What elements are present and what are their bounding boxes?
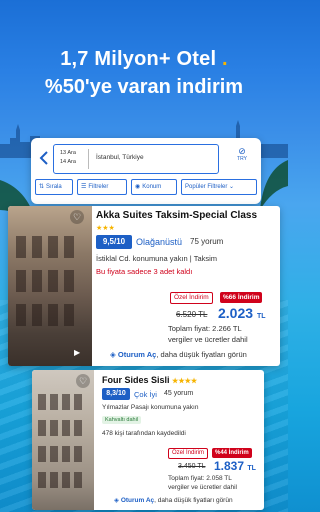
hotel-photo[interactable]	[8, 206, 92, 366]
total-price: Toplam fiyat: 2.058 TL	[168, 475, 232, 482]
filters-button[interactable]: ☰ Filtreler	[77, 179, 127, 195]
current-price[interactable]: 1.837 TL	[214, 459, 256, 473]
hero-headline-dot: .	[222, 48, 228, 70]
saved-count: 478 kişi tarafından kaydedildi	[102, 430, 186, 437]
filter-icon: ☰	[81, 184, 87, 190]
hero-headline: 1,7 Milyon+ Otel .	[0, 48, 288, 71]
deal-label: Özel İndirim	[168, 448, 209, 459]
video-play-icon[interactable]: ▶	[74, 348, 80, 357]
checkin-date: 13 Ara	[60, 150, 76, 156]
hero-banner: 1,7 Milyon+ Otel . %50'ye varan indirim	[0, 0, 288, 130]
tag-icon: ◈	[110, 350, 118, 359]
heart-icon[interactable]: ♡	[76, 374, 90, 388]
divider	[88, 149, 89, 169]
search-panel: 13 Ara 14 Ara İstanbul, Türkiye ⊘ TRY ⇅ S…	[31, 138, 261, 204]
hotel-name-text: Four Sides Sisli	[102, 375, 170, 385]
old-price: 6.520 TL	[176, 310, 208, 319]
hero-subheadline: %50'ye varan indirim	[44, 76, 244, 98]
taxes-note: vergiler ve ücretler dahil	[168, 335, 248, 344]
hotel-card[interactable]: ♡ Four Sides Sisli ★★★★ 8,3/10 Çok İyi 4…	[32, 370, 264, 510]
discount-badge: %44 İndirim	[212, 448, 252, 458]
taxes-note: vergiler ve ücretler dahil	[168, 484, 238, 491]
hotel-photo[interactable]	[32, 370, 94, 510]
price-value: 2.023	[218, 305, 254, 321]
review-score: 9,5/10	[96, 235, 132, 249]
urgency-text: Bu fiyata sadece 3 adet kaldı	[96, 267, 193, 276]
currency-button[interactable]: ⊘ TRY	[231, 146, 253, 162]
hero-headline-text: 1,7 Milyon+ Otel	[60, 48, 217, 70]
tag-icon: ◈	[114, 497, 121, 504]
hotel-card[interactable]: ♡ ▶ Akka Suites Taksim-Special Class ★★★…	[8, 206, 280, 366]
signin-link[interactable]: Oturum Aç	[118, 350, 156, 359]
price-currency: TL	[247, 465, 256, 472]
date-range[interactable]: 13 Ara 14 Ara	[60, 149, 76, 167]
discount-badge: %66 İndirim	[220, 292, 263, 303]
destination-text: İstanbul, Türkiye	[96, 154, 144, 161]
location-label: Konum	[142, 184, 162, 190]
old-price: 3.450 TL	[178, 463, 206, 470]
rating-word: Olağanüstü	[136, 237, 183, 247]
filters-label: Filtreler	[88, 184, 109, 190]
star-rating: ★★★★	[172, 378, 198, 385]
signin-prompt[interactable]: ◈ Oturum Aç, daha düşük fiyatları görün	[110, 350, 247, 359]
deal-label: Özel İndirim	[170, 292, 213, 304]
signin-prompt[interactable]: ◈ Oturum Aç, daha düşük fiyatları görün	[114, 496, 233, 504]
popular-filters-label: Popüler Filtreler	[185, 184, 228, 190]
popular-filters-button[interactable]: Popüler Filtreler ⌄	[181, 179, 257, 195]
sort-label: Sırala	[46, 184, 62, 190]
chevron-down-icon: ⌄	[229, 184, 235, 190]
review-count: 75 yorum	[190, 237, 224, 246]
signin-link[interactable]: Oturum Aç	[121, 497, 154, 504]
location-text: Yılmazlar Pasajı konumuna yakın	[102, 404, 199, 411]
location-text: İstiklal Cd. konumuna yakın | Taksim	[96, 254, 218, 263]
currency-icon: ⊘	[238, 146, 246, 156]
signin-prompt-suffix: , daha düşük fiyatları görün	[154, 497, 233, 504]
location-button[interactable]: ◉ Konum	[131, 179, 177, 195]
search-input[interactable]: 13 Ara 14 Ara İstanbul, Türkiye	[53, 144, 219, 174]
hotel-name[interactable]: Akka Suites Taksim-Special Class	[96, 210, 257, 221]
hotel-name[interactable]: Four Sides Sisli ★★★★	[102, 375, 197, 385]
currency-label: TRY	[237, 156, 247, 162]
sort-icon: ⇅	[39, 184, 45, 190]
signin-prompt-suffix: , daha düşük fiyatları görün	[156, 350, 247, 359]
breakfast-badge: Kahvaltı dahil	[102, 416, 142, 424]
filter-bar: ⇅ Sırala ☰ Filtreler ◉ Konum Popüler Filtre…	[31, 179, 261, 199]
review-score: 8,3/10	[102, 388, 130, 400]
sort-button[interactable]: ⇅ Sırala	[35, 179, 73, 195]
star-rating: ★★★	[96, 225, 115, 232]
location-pin-icon: ◉	[135, 184, 141, 190]
review-count: 45 yorum	[164, 390, 194, 397]
checkout-date: 14 Ara	[60, 159, 76, 165]
current-price[interactable]: 2.023 TL	[218, 305, 266, 321]
price-value: 1.837	[214, 459, 245, 473]
chevron-left-icon[interactable]	[35, 148, 53, 170]
total-price: Toplam fiyat: 2.266 TL	[168, 324, 242, 333]
rating-word: Çok İyi	[134, 390, 157, 399]
price-currency: TL	[256, 313, 266, 320]
heart-icon[interactable]: ♡	[70, 210, 84, 224]
